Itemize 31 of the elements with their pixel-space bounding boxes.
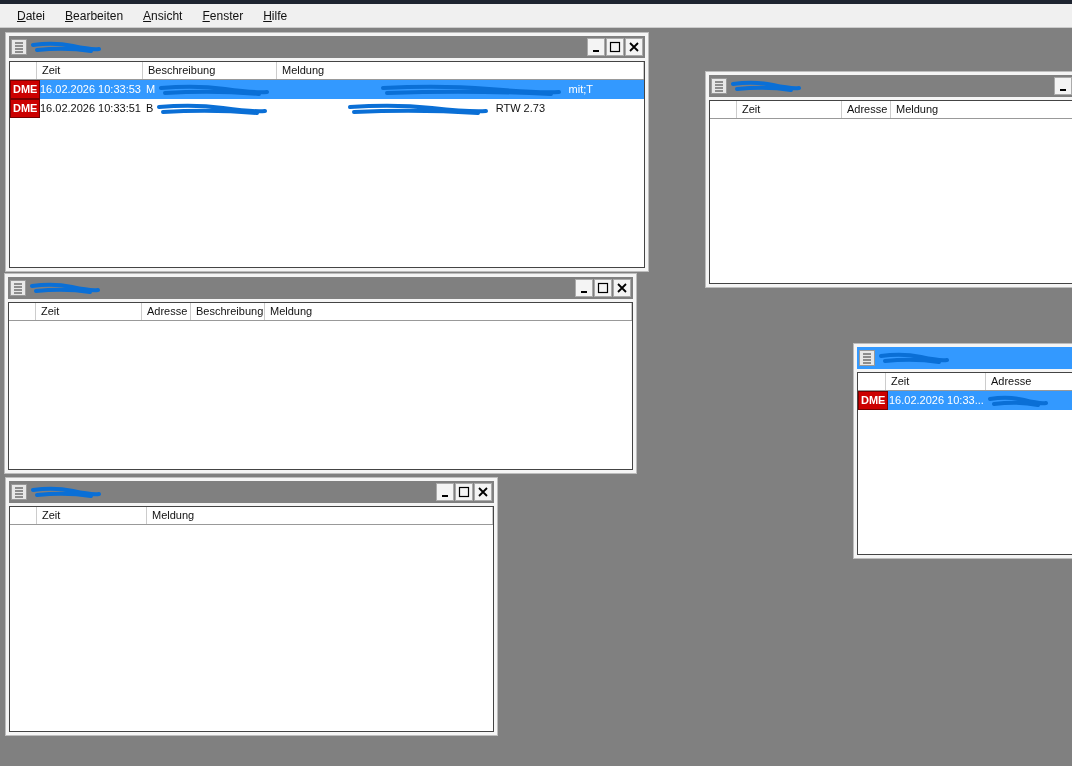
table-cell-text: M bbox=[146, 82, 156, 98]
column-header[interactable]: Zeit bbox=[886, 373, 986, 390]
column-header[interactable]: Adresse bbox=[986, 373, 1072, 390]
column-header[interactable]: Zeit bbox=[37, 507, 147, 524]
type-badge: DME bbox=[858, 391, 889, 410]
column-header[interactable]: Meldung bbox=[265, 303, 632, 320]
table-cell-text: RTW 2.73 bbox=[495, 101, 545, 117]
menu-item[interactable]: Hilfe bbox=[263, 6, 288, 25]
type-badge: DME bbox=[10, 99, 41, 118]
column-header[interactable]: Zeit bbox=[37, 62, 143, 79]
type-badge: DME bbox=[10, 80, 41, 99]
column-header[interactable]: Meldung bbox=[277, 62, 644, 79]
menu-item[interactable]: Datei bbox=[17, 6, 46, 25]
column-header[interactable]: Adresse bbox=[842, 101, 891, 118]
column-header[interactable]: Beschreibung bbox=[143, 62, 277, 79]
column-header[interactable]: Adresse bbox=[142, 303, 191, 320]
column-header[interactable]: Zeit bbox=[737, 101, 842, 118]
column-header[interactable]: Zeit bbox=[36, 303, 142, 320]
table-row[interactable]: DME 16.02.2026 10:33:53 M mit;T bbox=[10, 80, 644, 99]
table-cell-text: B bbox=[146, 101, 154, 117]
table-cell-text: 16.02.2026 10:33... bbox=[889, 393, 984, 409]
menu-item[interactable]: Fenster bbox=[202, 6, 244, 25]
table-cell-text: 16.02.2026 10:33:53 bbox=[40, 82, 141, 98]
table-cell-text: 16.02.2026 10:33:51 bbox=[40, 101, 141, 117]
menu-item[interactable]: Bearbeiten bbox=[65, 6, 124, 25]
table-row[interactable]: DME 16.02.2026 10:33... bbox=[858, 391, 1072, 410]
column-header[interactable]: Meldung bbox=[147, 507, 493, 524]
table-cell-text: mit;T bbox=[568, 82, 593, 98]
menu-item[interactable]: Ansicht bbox=[143, 6, 183, 25]
column-header[interactable]: Meldung bbox=[891, 101, 1072, 118]
column-header[interactable]: Beschreibung bbox=[191, 303, 265, 320]
